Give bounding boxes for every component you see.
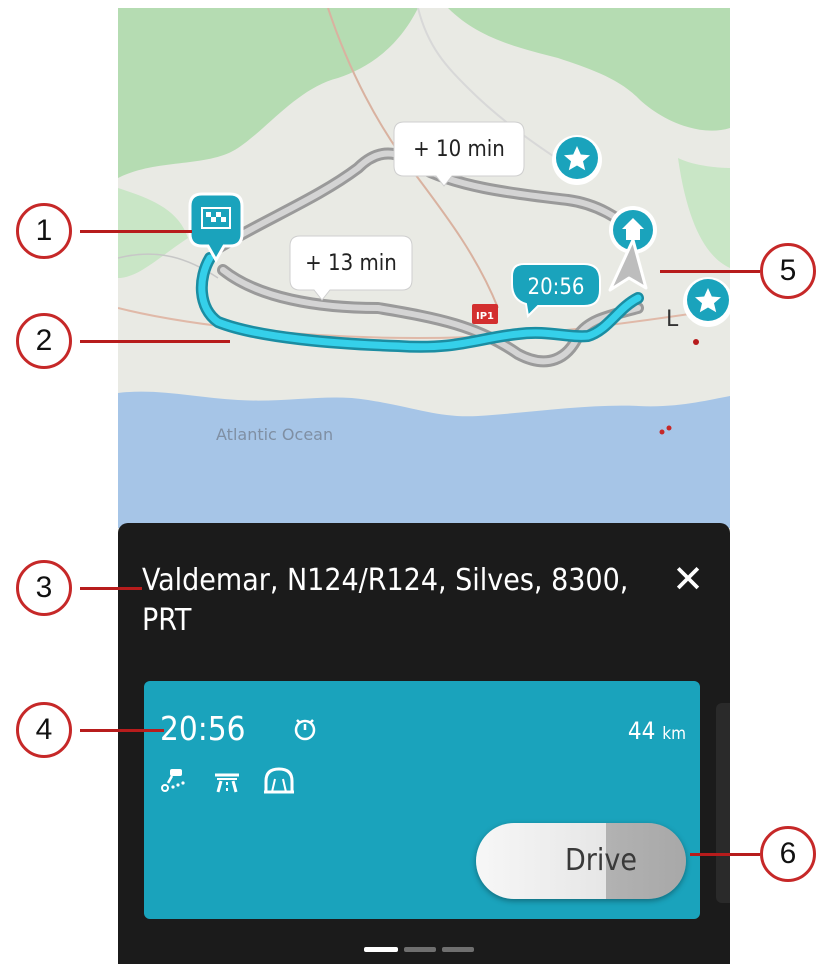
- page-dot: [404, 947, 436, 952]
- favorite-star-marker[interactable]: [552, 135, 602, 185]
- route-distance: 44 km: [628, 717, 686, 745]
- callout-leader-6: [690, 853, 760, 856]
- page-dot: [442, 947, 474, 952]
- callout-leader-1: [80, 230, 192, 233]
- map-poi-dot: [666, 425, 672, 431]
- tunnel-icon: [262, 765, 296, 799]
- next-route-card-peek[interactable]: [716, 703, 730, 903]
- alt-route-delay-bubble-2[interactable]: + 13 min: [289, 235, 413, 301]
- arrival-time: 20:56: [160, 709, 246, 748]
- route-eta-bubble-label: 20:56: [527, 275, 584, 300]
- callout-leader-4: [80, 729, 164, 732]
- timer-icon: [292, 715, 318, 745]
- callout-3: 3: [16, 560, 72, 616]
- ocean-label: Atlantic Ocean: [216, 425, 333, 444]
- map-view[interactable]: Atlantic Ocean IP1 + 10 min + 13 min 20:…: [118, 8, 730, 528]
- callout-leader-5: [660, 270, 760, 273]
- alt-route-2-delay-label: + 13 min: [305, 251, 397, 276]
- callout-2: 2: [16, 313, 72, 369]
- distance-unit: km: [662, 724, 686, 744]
- traffic-camera-icon: [160, 765, 190, 799]
- drive-button-label: Drive: [565, 843, 637, 878]
- drive-button[interactable]: Drive: [476, 823, 686, 899]
- alt-route-delay-bubble-1[interactable]: + 10 min: [393, 121, 525, 187]
- callout-leader-3: [80, 587, 142, 590]
- page-dot-active: [364, 947, 398, 952]
- navigation-device-screen: Atlantic Ocean IP1 + 10 min + 13 min 20:…: [118, 8, 730, 964]
- town-label: L: [666, 307, 679, 332]
- callout-1: 1: [16, 203, 72, 259]
- route-panel: Valdemar, N124/R124, Silves, 8300, PRT ✕…: [118, 523, 730, 964]
- callout-5: 5: [760, 243, 816, 299]
- callout-leader-2: [80, 340, 230, 343]
- callout-4: 4: [16, 702, 72, 758]
- distance-value: 44: [627, 717, 656, 745]
- motorway-icon: [212, 765, 242, 799]
- map-poi-dot: [693, 339, 699, 345]
- alt-route-1-delay-label: + 10 min: [413, 137, 505, 162]
- close-button[interactable]: ✕: [672, 557, 704, 601]
- destination-address: Valdemar, N124/R124, Silves, 8300, PRT: [142, 563, 629, 638]
- route-summary-card[interactable]: 20:56 44 km Drive: [144, 681, 700, 919]
- callout-6: 6: [760, 826, 816, 882]
- road-shield-label: IP1: [476, 311, 494, 322]
- map-poi-dot: [659, 429, 665, 435]
- ocean: [118, 391, 730, 528]
